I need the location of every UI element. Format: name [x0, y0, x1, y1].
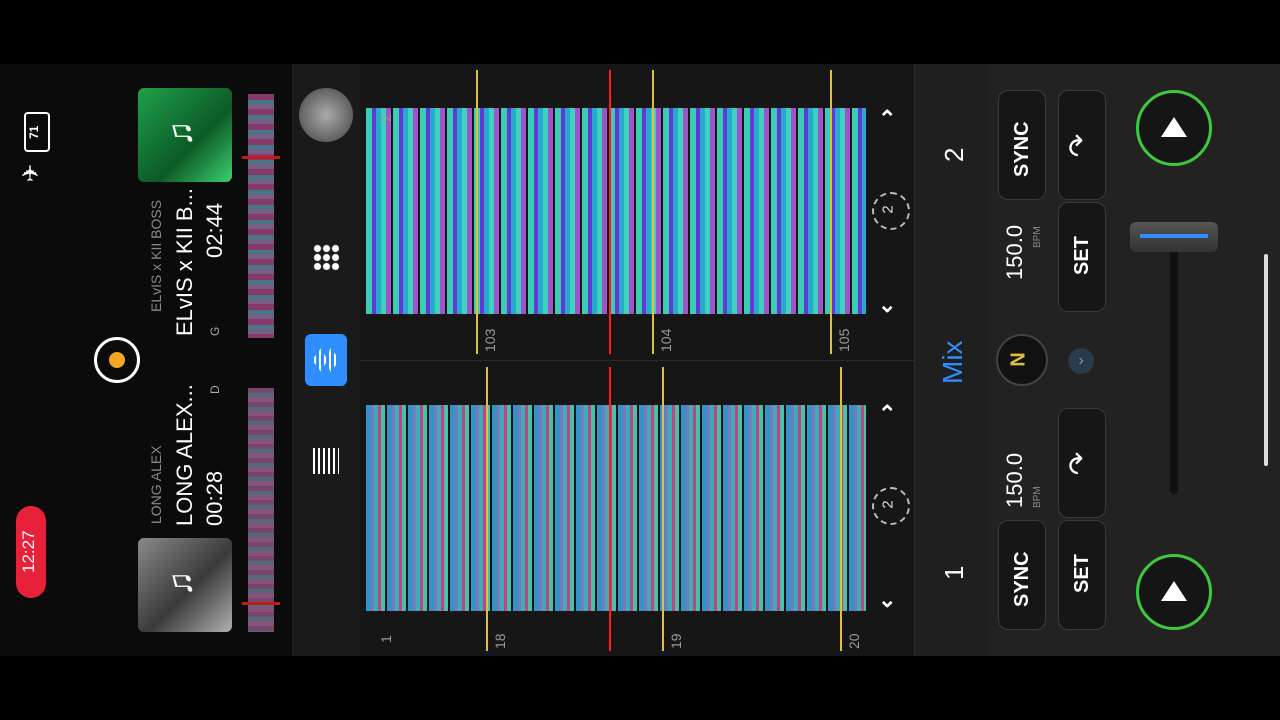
- battery-icon: 71: [24, 112, 50, 152]
- deck2-beat-marker: [476, 70, 478, 354]
- deck2-overview[interactable]: [242, 94, 280, 338]
- cue-icon: ↷: [1063, 133, 1095, 158]
- grid-icon[interactable]: [313, 244, 339, 270]
- deck1-overview[interactable]: [242, 388, 280, 632]
- deck2-key: G: [208, 326, 222, 336]
- record-button[interactable]: [94, 337, 140, 383]
- tool-column: [292, 64, 361, 656]
- deck2-play-button[interactable]: [1136, 90, 1212, 166]
- time-label: 12:27: [19, 530, 38, 573]
- jog-knob[interactable]: [299, 88, 353, 142]
- deck1-sync-label: SYNC: [1011, 551, 1033, 607]
- deck2-time: 02:44: [202, 202, 227, 258]
- deck2-number[interactable]: 2: [939, 148, 970, 162]
- deck2-set-label: SET: [1071, 236, 1093, 275]
- deck1-pitch-up-button[interactable]: ⌃: [878, 401, 896, 427]
- deck1-bpm-unit: BPM: [1032, 486, 1043, 508]
- deck1-wave-bars: [366, 405, 866, 611]
- track-info-panel: 12:27 ✈ 71 ♫ ELvIS x KII BOSS ELvIS x KI…: [0, 64, 292, 656]
- deck2-position-marker: [242, 156, 280, 159]
- deck1-beat-marker: [662, 367, 664, 651]
- deck1-beat-label: 20: [846, 633, 862, 649]
- deck2-beat-label: 104: [658, 328, 674, 352]
- waveform-button[interactable]: [305, 334, 347, 386]
- battery-level: 71: [27, 125, 41, 139]
- music-note-icon: ♫: [161, 570, 200, 597]
- music-note-icon: ♫: [161, 120, 200, 147]
- deck2-waveform[interactable]: 2 103 104 105 ⌃ 2 ⌄: [360, 64, 914, 360]
- deck2-beat-label: 105: [836, 328, 852, 352]
- transport-panel: SYNC ↷ 150.0 BPM SET N › 150.0 BPM ↷ SYN…: [988, 64, 1280, 656]
- deck2-wave-bars: [366, 108, 866, 314]
- deck1-beat-label: 18: [492, 633, 508, 649]
- crossfader-indicator: [1140, 234, 1208, 238]
- time-pill: 12:27: [16, 506, 46, 598]
- deck1-pitch-down-button[interactable]: ⌄: [878, 587, 896, 613]
- deck2-sync-button[interactable]: SYNC: [998, 90, 1046, 200]
- deck2-bpm[interactable]: 150.0: [1002, 225, 1028, 280]
- cue-icon: ↷: [1063, 451, 1095, 476]
- album-art-deck1[interactable]: ♫: [138, 538, 232, 632]
- deck1-number[interactable]: 1: [939, 566, 970, 580]
- crossfader-track[interactable]: [1170, 244, 1178, 494]
- mix-tab[interactable]: Mix: [937, 340, 969, 384]
- expand-icon[interactable]: ›: [1068, 348, 1094, 374]
- deck2-cue-button[interactable]: ↷: [1058, 90, 1106, 200]
- deck2-title: ELvIS x KII B...: [172, 188, 197, 336]
- key-lock-button[interactable]: N: [996, 334, 1048, 386]
- deck1-key: D: [208, 385, 222, 394]
- dj-app-screen: 12:27 ✈ 71 ♫ ELvIS x KII BOSS ELvIS x KI…: [0, 64, 1280, 656]
- deck1-beat-label: 19: [668, 633, 684, 649]
- deck1-playhead: [609, 367, 611, 651]
- crossfader-handle[interactable]: [1130, 222, 1218, 252]
- deck1-set-label: SET: [1071, 554, 1093, 593]
- eq-icon[interactable]: [313, 448, 339, 474]
- deck1-beat-label: 1: [378, 635, 394, 643]
- deck2-bpm-unit: BPM: [1032, 226, 1043, 248]
- deck1-beat-marker: [840, 367, 842, 651]
- deck1-time: 00:28: [202, 470, 227, 526]
- deck2-loop-button[interactable]: 2: [872, 192, 910, 230]
- key-lock-label: N: [1007, 352, 1030, 367]
- deck2-playhead: [609, 70, 611, 354]
- deck2-loop-count: 2: [879, 205, 897, 214]
- album-art-deck2[interactable]: ♫: [138, 88, 232, 182]
- deck1-bpm[interactable]: 150.0: [1002, 453, 1028, 508]
- waveform-area: 2 103 104 105 ⌃ 2 ⌄ 1 18 19 20 ⌃ 2 ⌄: [360, 64, 914, 656]
- deck2-beat-label: 103: [482, 328, 498, 352]
- deck1-beat-marker: [486, 367, 488, 651]
- deck1-position-marker: [242, 602, 280, 605]
- deck2-beat-marker: [830, 70, 832, 354]
- deck1-artist: LONG ALEX: [148, 445, 164, 524]
- deck2-beat-label: 2: [378, 114, 394, 122]
- deck-selector-column: 2 Mix 1: [914, 64, 989, 656]
- deck1-loop-button[interactable]: 2: [872, 487, 910, 525]
- deck1-play-button[interactable]: [1136, 554, 1212, 630]
- deck1-set-button[interactable]: SET: [1058, 520, 1106, 630]
- deck1-waveform[interactable]: 1 18 19 20 ⌃ 2 ⌄: [360, 360, 914, 656]
- deck2-pitch-up-button[interactable]: ⌃: [878, 106, 896, 132]
- deck2-beat-marker: [652, 70, 654, 354]
- scroll-indicator: [1264, 254, 1268, 466]
- deck1-title: LONG ALEX...: [172, 384, 197, 526]
- deck1-sync-button[interactable]: SYNC: [998, 520, 1046, 630]
- record-dot: [109, 352, 125, 368]
- deck1-loop-count: 2: [879, 500, 897, 509]
- deck2-sync-label: SYNC: [1011, 121, 1033, 177]
- deck2-artist: ELvIS x KII BOSS: [148, 199, 164, 312]
- airplane-icon: ✈: [18, 163, 44, 183]
- waveform-icon: [314, 348, 338, 372]
- deck2-set-button[interactable]: SET: [1058, 202, 1106, 312]
- deck1-cue-button[interactable]: ↷: [1058, 408, 1106, 518]
- deck2-pitch-down-button[interactable]: ⌄: [878, 292, 896, 318]
